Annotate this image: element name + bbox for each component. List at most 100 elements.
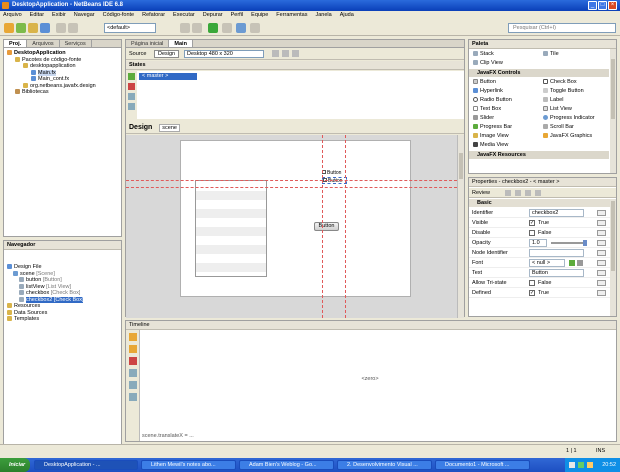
toolbar-icon[interactable] [292, 50, 299, 57]
scroll-thumb[interactable] [611, 59, 615, 119]
start-button[interactable]: Iniciar [0, 458, 30, 472]
menu-item[interactable]: Equipe [251, 11, 268, 20]
opacity-slider[interactable] [551, 242, 587, 244]
tristate-checkbox[interactable] [529, 280, 535, 286]
add-state-icon[interactable] [128, 73, 135, 80]
redo-icon[interactable] [68, 23, 78, 33]
palette-item[interactable]: Image View [473, 132, 509, 141]
edit-button[interactable] [597, 230, 606, 236]
edit-button[interactable] [597, 260, 606, 266]
edit-button[interactable] [597, 210, 606, 216]
menu-item[interactable]: Refatorar [142, 11, 165, 20]
palette-item[interactable]: Radio Button [473, 96, 512, 105]
edit-button[interactable] [597, 270, 606, 276]
palette-section[interactable]: JavaFX Controls [469, 69, 609, 77]
palette-item[interactable]: Slider [473, 114, 494, 123]
edit-button[interactable] [597, 220, 606, 226]
palette-section[interactable]: JavaFX Resources [469, 151, 609, 159]
category-icon[interactable] [515, 190, 521, 196]
tray-icon[interactable] [578, 462, 584, 468]
palette-item[interactable]: Hyperlink [473, 87, 503, 96]
build-icon[interactable] [180, 23, 190, 33]
taskbar-item[interactable]: DesktopApplication - ... [34, 460, 138, 470]
scene-canvas[interactable]: Button Button Button [180, 140, 411, 297]
record-icon[interactable] [129, 357, 137, 365]
palette-item[interactable]: Scroll Bar [543, 123, 574, 132]
close-button[interactable]: × [608, 1, 617, 10]
remove-state-icon[interactable] [128, 83, 135, 90]
keyframe-icon[interactable] [129, 333, 137, 341]
menu-item[interactable]: Exibir [52, 11, 66, 20]
checkbox-widget[interactable]: Button [322, 170, 347, 177]
palette-item[interactable]: Label [543, 96, 563, 105]
undo-icon[interactable] [56, 23, 66, 33]
opacity-field[interactable]: 1.0 [529, 239, 547, 247]
toolbar-icon[interactable] [272, 50, 279, 57]
palette-item[interactable]: Text Box [473, 105, 501, 114]
defined-checkbox[interactable]: ✓ [529, 290, 535, 296]
font-options-icon[interactable] [577, 260, 583, 266]
search-input[interactable]: Pesquisar (Ctrl+I) [508, 23, 616, 33]
listview-widget[interactable] [195, 180, 267, 277]
tray-icon[interactable] [569, 462, 575, 468]
clean-build-icon[interactable] [192, 23, 202, 33]
config-select[interactable]: <default> [104, 23, 156, 33]
scroll-thumb[interactable] [611, 201, 615, 271]
nav-item[interactable]: Templates [7, 316, 118, 323]
menu-item[interactable]: Executar [173, 11, 195, 20]
new-project-icon[interactable] [4, 23, 14, 33]
scroll-thumb[interactable] [459, 153, 463, 179]
palette-item[interactable]: Progress Bar [473, 123, 512, 132]
profile-icon[interactable] [236, 23, 246, 33]
source-view-button[interactable]: Source [129, 51, 146, 57]
design-view-button[interactable]: Design [154, 50, 180, 58]
edit-button[interactable] [597, 290, 606, 296]
identifier-field[interactable]: checkbox2 [529, 209, 584, 217]
menu-item[interactable]: Depurar [203, 11, 223, 20]
taskbar-item[interactable]: Documento1 - Microsoft ... [435, 460, 530, 470]
menu-item[interactable]: Ajuda [340, 11, 354, 20]
edit-button[interactable] [597, 280, 606, 286]
node-id-field[interactable] [529, 249, 584, 257]
review-tab[interactable]: Review [472, 190, 490, 196]
state-master[interactable]: < master > [139, 73, 197, 80]
tab-projects[interactable]: Proj. [4, 40, 28, 47]
settings-icon[interactable] [535, 190, 541, 196]
move-up-icon[interactable] [128, 93, 135, 100]
tab-main[interactable]: Main [169, 40, 193, 47]
menu-item[interactable]: Ferramentas [276, 11, 307, 20]
menu-item[interactable]: Código-fonte [103, 11, 135, 20]
menu-item[interactable]: Arquivo [3, 11, 22, 20]
menu-item[interactable]: Navegar [74, 11, 95, 20]
minimize-button[interactable]: _ [588, 1, 597, 10]
menu-item[interactable]: Janela [315, 11, 331, 20]
button-widget[interactable]: Button [314, 222, 339, 231]
palette-item[interactable]: Media View [473, 141, 508, 150]
play-icon[interactable] [129, 369, 137, 377]
edit-button[interactable] [597, 250, 606, 256]
scene-crumb[interactable]: scene [159, 124, 180, 132]
palette-item[interactable]: List View [543, 105, 572, 114]
palette-item[interactable]: Check Box [543, 78, 577, 87]
properties-scrollbar[interactable] [610, 199, 616, 316]
taskbar-item[interactable]: Lithen Mewil's notes abo... [141, 460, 236, 470]
save-all-icon[interactable] [40, 23, 50, 33]
tray-icon[interactable] [587, 462, 593, 468]
stop-icon[interactable] [129, 381, 137, 389]
tree-node[interactable]: Bibliotecas [7, 89, 118, 96]
menu-item[interactable]: Editar [30, 11, 44, 20]
tab-start-page[interactable]: Página inicial [126, 40, 170, 47]
tab-services[interactable]: Serviços [60, 40, 92, 47]
edit-button[interactable] [597, 240, 606, 246]
slider-thumb[interactable] [583, 240, 587, 246]
canvas-scrollbar[interactable] [457, 135, 464, 318]
debug-icon[interactable] [222, 23, 232, 33]
open-project-icon[interactable] [28, 23, 38, 33]
maximize-button[interactable]: □ [598, 1, 607, 10]
palette-item[interactable]: Clip View [473, 59, 503, 68]
sort-icon[interactable] [505, 190, 511, 196]
tab-files[interactable]: Arquivos [27, 40, 60, 47]
palette-item[interactable]: Stack [473, 50, 494, 59]
palette-scrollbar[interactable] [610, 49, 616, 173]
new-file-icon[interactable] [16, 23, 26, 33]
